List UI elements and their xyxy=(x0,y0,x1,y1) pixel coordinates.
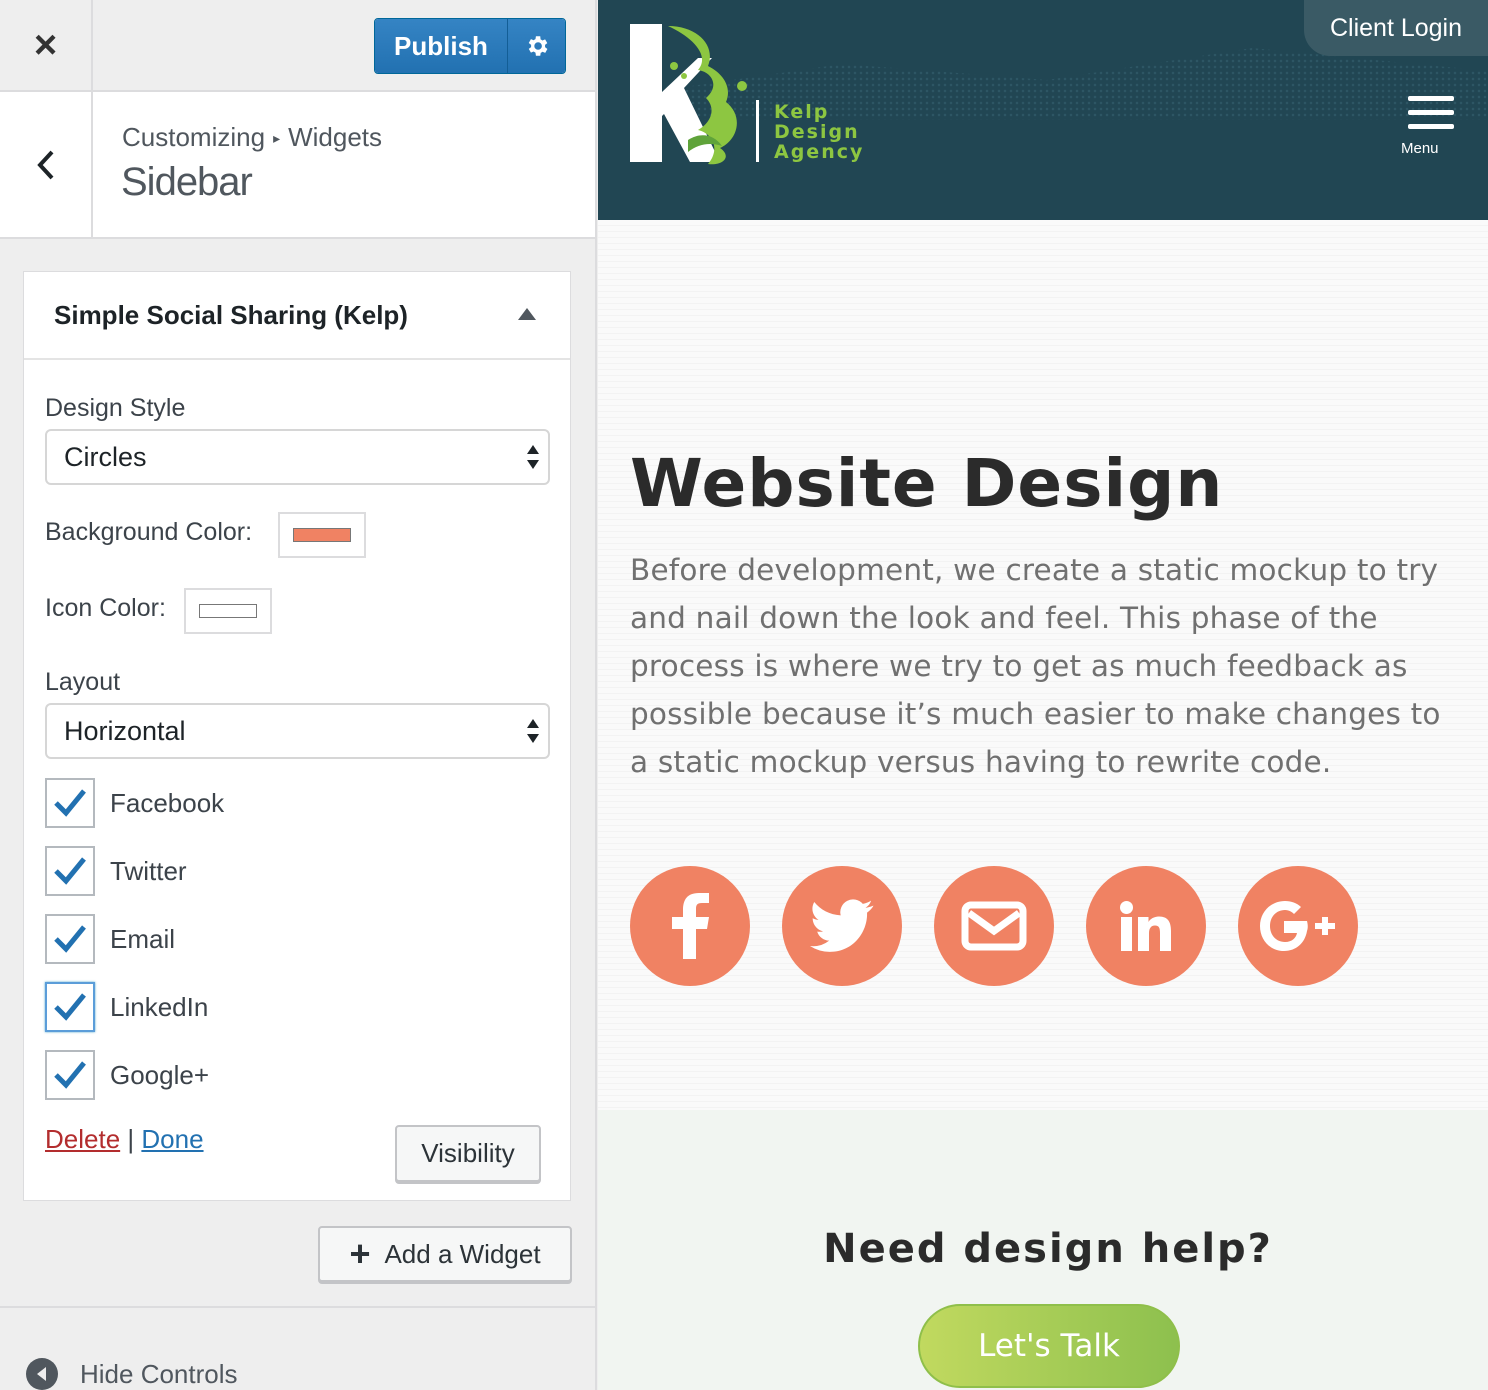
breadcrumb-widgets: Widgets xyxy=(288,122,383,152)
checkbox-row-twitter: Twitter xyxy=(45,845,187,897)
share-linkedin-button[interactable] xyxy=(1086,866,1206,986)
share-email-button[interactable] xyxy=(934,866,1054,986)
checkbox-linkedin[interactable] xyxy=(45,982,95,1032)
checkmark-icon xyxy=(54,925,86,953)
hide-controls-button[interactable]: Hide Controls xyxy=(26,1358,238,1390)
cta-title: Need design help? xyxy=(823,1226,1273,1272)
collapse-sidebar-icon xyxy=(26,1358,58,1390)
checkmark-icon xyxy=(54,789,86,817)
share-google-plus-button[interactable] xyxy=(1238,866,1358,986)
layout-value: Horizontal xyxy=(64,715,186,746)
checkmark-icon xyxy=(54,857,86,885)
checkbox-label: LinkedIn xyxy=(110,991,209,1022)
facebook-icon xyxy=(672,893,709,959)
site-header: Client Login Kelp Design Agency Menu xyxy=(598,0,1488,220)
select-arrows-icon xyxy=(527,719,539,743)
gear-icon xyxy=(528,36,547,56)
select-arrows-icon xyxy=(527,445,539,469)
section-header: Customizing ▸ Widgets Sidebar xyxy=(0,92,595,239)
design-style-value: Circles xyxy=(64,441,147,472)
checkbox-google-plus[interactable] xyxy=(45,1050,95,1100)
delete-link[interactable]: Delete xyxy=(45,1124,120,1154)
design-style-label: Design Style xyxy=(45,394,186,422)
widget-title: Simple Social Sharing (Kelp) xyxy=(54,299,408,330)
logo-text-line: Design xyxy=(774,121,860,143)
customizer-panel: × Publish Customizing ▸ Widgets Sidebar Si… xyxy=(0,0,597,1390)
chevron-left-icon xyxy=(36,150,53,179)
wave-divider xyxy=(598,1114,1488,1134)
visibility-button[interactable]: Visibility xyxy=(395,1125,541,1182)
logo-text-line: Kelp xyxy=(774,101,830,123)
checkmark-icon xyxy=(54,1061,86,1089)
checkbox-row-google-plus: Google+ xyxy=(45,1049,209,1101)
icon-color-picker[interactable] xyxy=(184,588,272,634)
logo-divider xyxy=(756,100,759,162)
hide-controls-label: Hide Controls xyxy=(80,1358,238,1389)
checkbox-twitter[interactable] xyxy=(45,846,95,896)
site-preview: Client Login Kelp Design Agency Menu Web… xyxy=(598,0,1488,1390)
google-plus-icon xyxy=(1260,901,1335,951)
client-login-button[interactable]: Client Login xyxy=(1304,0,1488,56)
checkbox-label: Email xyxy=(110,923,176,954)
background-color-picker[interactable] xyxy=(278,512,366,558)
icon-color-label: Icon Color: xyxy=(45,594,166,622)
collapse-arrow-icon[interactable] xyxy=(518,308,536,320)
logo-text: Kelp Design Agency xyxy=(774,102,864,162)
customizer-footer: Hide Controls xyxy=(0,1306,595,1390)
checkbox-row-facebook: Facebook xyxy=(45,777,224,829)
layout-select[interactable]: Horizontal xyxy=(45,703,550,759)
checkbox-row-email: Email xyxy=(45,913,175,965)
checkbox-label: Facebook xyxy=(110,787,225,818)
design-style-select[interactable]: Circles xyxy=(45,429,550,485)
page-heading: Website Design xyxy=(630,445,1224,522)
background-color-swatch xyxy=(293,528,351,542)
widget-actions: Delete | Done xyxy=(45,1124,204,1155)
checkbox-email[interactable] xyxy=(45,914,95,964)
checkbox-label: Twitter xyxy=(110,855,187,886)
breadcrumb-customizing: Customizing xyxy=(122,122,266,152)
publish-settings-button[interactable] xyxy=(507,19,565,73)
breadcrumb: Customizing ▸ Widgets xyxy=(122,122,382,153)
done-link[interactable]: Done xyxy=(141,1124,203,1154)
customizer-topbar: × Publish xyxy=(0,0,595,92)
close-customizer-button[interactable]: × xyxy=(0,0,93,90)
icon-color-swatch xyxy=(199,604,257,618)
lets-talk-button[interactable]: Let's Talk xyxy=(918,1304,1180,1388)
back-button[interactable] xyxy=(0,92,93,237)
section-title: Sidebar xyxy=(121,160,253,204)
share-twitter-button[interactable] xyxy=(782,866,902,986)
page-paragraph: Before development, we create a static m… xyxy=(630,553,1441,779)
share-facebook-button[interactable] xyxy=(630,866,750,986)
content-section: Website Design Before development, we cr… xyxy=(598,220,1488,1120)
layout-label: Layout xyxy=(45,668,121,696)
publish-button[interactable]: Publish xyxy=(375,19,507,73)
checkmark-icon xyxy=(54,993,86,1021)
email-icon xyxy=(961,901,1027,951)
breadcrumb-separator: ▸ xyxy=(273,130,281,146)
publish-group: Publish xyxy=(374,18,566,74)
close-icon: × xyxy=(33,22,58,67)
actions-divider: | xyxy=(127,1124,135,1154)
widget-header[interactable]: Simple Social Sharing (Kelp) xyxy=(24,272,570,360)
background-color-label: Background Color: xyxy=(45,518,253,546)
widget-simple-social-sharing: Simple Social Sharing (Kelp) Design Styl… xyxy=(23,271,571,1201)
plus-icon: + xyxy=(349,1233,371,1274)
menu-label: Menu xyxy=(1401,140,1439,157)
logo-text-line: Agency xyxy=(774,141,865,163)
hamburger-menu-icon[interactable] xyxy=(1408,96,1454,138)
checkbox-facebook[interactable] xyxy=(45,778,95,828)
twitter-icon xyxy=(810,899,874,952)
checkbox-row-linkedin: LinkedIn xyxy=(45,981,208,1033)
linkedin-icon xyxy=(1120,901,1171,951)
checkbox-label: Google+ xyxy=(110,1059,210,1090)
add-widget-button[interactable]: + Add a Widget xyxy=(318,1226,572,1282)
kelp-logo-icon[interactable] xyxy=(628,22,758,167)
add-widget-label: Add a Widget xyxy=(384,1238,541,1269)
